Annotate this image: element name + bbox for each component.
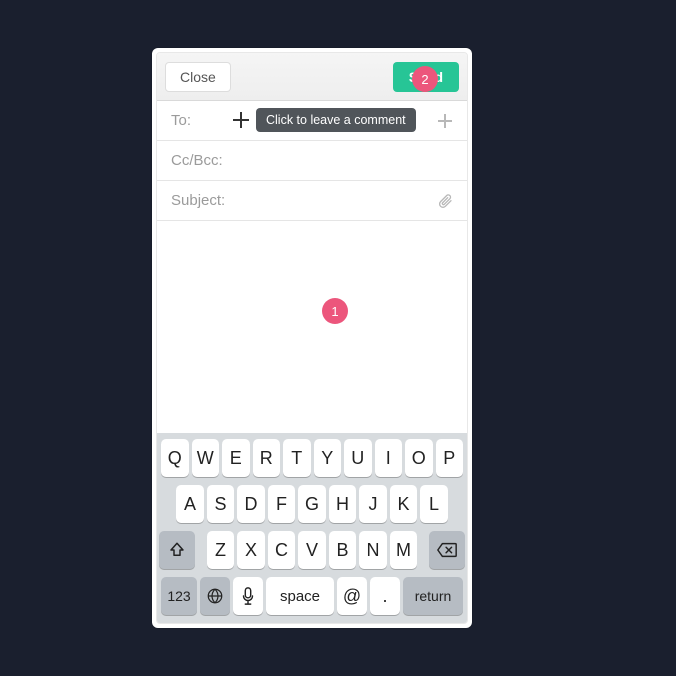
key-o[interactable]: O: [405, 439, 433, 477]
key-z[interactable]: Z: [207, 531, 235, 569]
key-at[interactable]: @: [337, 577, 367, 615]
add-recipient-icon[interactable]: [437, 113, 453, 129]
attachment-icon[interactable]: [437, 193, 453, 209]
close-button[interactable]: Close: [165, 62, 231, 92]
keyboard-row-3: Z X C V B N M: [161, 531, 463, 569]
key-h[interactable]: H: [329, 485, 357, 523]
key-j[interactable]: J: [359, 485, 387, 523]
key-return[interactable]: return: [403, 577, 463, 615]
ccbcc-label: Cc/Bcc:: [171, 152, 223, 169]
key-d[interactable]: D: [237, 485, 265, 523]
key-a[interactable]: A: [176, 485, 204, 523]
subject-field-row[interactable]: Subject:: [157, 181, 467, 221]
key-backspace[interactable]: [429, 531, 465, 569]
key-l[interactable]: L: [420, 485, 448, 523]
keyboard-row-4: 123 space @ . return: [161, 577, 463, 615]
key-globe[interactable]: [200, 577, 230, 615]
subject-label: Subject:: [171, 192, 225, 209]
key-dot[interactable]: .: [370, 577, 400, 615]
key-m[interactable]: M: [390, 531, 418, 569]
key-shift[interactable]: [159, 531, 195, 569]
key-t[interactable]: T: [283, 439, 311, 477]
key-b[interactable]: B: [329, 531, 357, 569]
device-frame: Close Send To: Cc/Bcc: Subject:: [152, 48, 472, 628]
add-comment-marker-icon[interactable]: [233, 112, 249, 128]
key-e[interactable]: E: [222, 439, 250, 477]
to-label: To:: [171, 112, 191, 129]
add-comment-tooltip: Click to leave a comment: [256, 108, 416, 132]
key-n[interactable]: N: [359, 531, 387, 569]
key-s[interactable]: S: [207, 485, 235, 523]
keyboard-row-2: A S D F G H J K L: [161, 485, 463, 523]
key-y[interactable]: Y: [314, 439, 342, 477]
key-p[interactable]: P: [436, 439, 464, 477]
keyboard: Q W E R T Y U I O P A S D F G H J K L: [157, 433, 467, 623]
key-mic[interactable]: [233, 577, 263, 615]
key-g[interactable]: G: [298, 485, 326, 523]
compose-screen: Close Send To: Cc/Bcc: Subject:: [156, 52, 468, 624]
key-123[interactable]: 123: [161, 577, 197, 615]
key-space[interactable]: space: [266, 577, 334, 615]
key-u[interactable]: U: [344, 439, 372, 477]
key-f[interactable]: F: [268, 485, 296, 523]
key-c[interactable]: C: [268, 531, 296, 569]
key-r[interactable]: R: [253, 439, 281, 477]
key-v[interactable]: V: [298, 531, 326, 569]
ccbcc-field-row[interactable]: Cc/Bcc:: [157, 141, 467, 181]
key-w[interactable]: W: [192, 439, 220, 477]
key-q[interactable]: Q: [161, 439, 189, 477]
message-body[interactable]: [157, 221, 467, 433]
key-k[interactable]: K: [390, 485, 418, 523]
annotation-marker-2[interactable]: 2: [412, 66, 438, 92]
keyboard-row-1: Q W E R T Y U I O P: [161, 439, 463, 477]
key-i[interactable]: I: [375, 439, 403, 477]
annotation-marker-1[interactable]: 1: [322, 298, 348, 324]
key-x[interactable]: X: [237, 531, 265, 569]
